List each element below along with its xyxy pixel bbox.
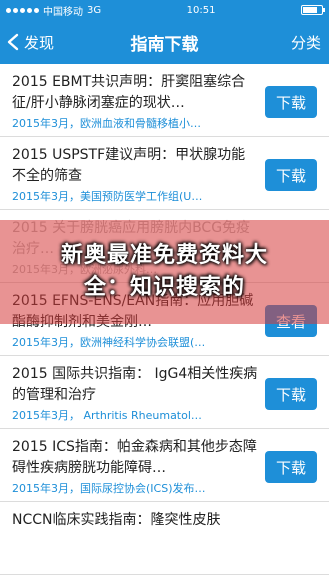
view-button[interactable]: 查看 xyxy=(265,305,317,337)
download-button[interactable]: 下载 xyxy=(265,86,317,118)
item-title: 2015 国际共识指南： IgG4相关性疾病的管理和治疗 xyxy=(12,366,258,403)
item-meta: 2015年3月， Arthritis Rheumatol… xyxy=(12,409,202,422)
network-label: 3G xyxy=(87,4,102,16)
back-button[interactable]: 发现 xyxy=(6,20,54,64)
status-bar: 中国移动 3G 10:51 xyxy=(0,0,329,20)
list-item[interactable]: 2015 ICS指南：帕金森病和其他步态障碍性疾病膀胱功能障碍… 2015年3月… xyxy=(0,429,329,502)
list-item[interactable]: NCCN临床实践指南：隆突性皮肤 xyxy=(0,502,329,575)
item-title: 2015 ICS指南：帕金森病和其他步态障碍性疾病膀胱功能障碍… xyxy=(12,439,257,476)
download-button[interactable]: 下载 xyxy=(265,378,317,410)
battery-icon xyxy=(300,5,325,15)
chevron-left-icon xyxy=(7,33,19,51)
list-item[interactable]: 2015 国际共识指南： IgG4相关性疾病的管理和治疗 2015年3月， Ar… xyxy=(0,356,329,429)
signal-icon xyxy=(6,7,39,13)
page-title: 指南下载 xyxy=(130,34,199,55)
item-meta: 2015年3月，欧洲泌尿外科… xyxy=(12,263,157,276)
back-label: 发现 xyxy=(24,33,55,52)
item-title: 2015 EBMT共识声明：肝窦阻塞综合征/肝小静脉闭塞症的现状… xyxy=(12,74,246,111)
list-item[interactable]: 2015 EBMT共识声明：肝窦阻塞综合征/肝小静脉闭塞症的现状… 2015年3… xyxy=(0,64,329,137)
download-button[interactable]: 下载 xyxy=(265,451,317,483)
list-item[interactable]: 2015 关于膀胱癌应用膀胱内BCG免疫治疗… 2015年3月，欧洲泌尿外科… xyxy=(0,210,329,283)
status-time: 10:51 xyxy=(186,4,216,16)
status-right xyxy=(300,5,325,15)
list-item[interactable]: 2015 EFNS-ENS/EAN指南：应用胆碱酯酶抑制剂和美金刚… 2015年… xyxy=(0,283,329,356)
item-title: 2015 关于膀胱癌应用膀胱内BCG免疫治疗… xyxy=(12,220,251,257)
guideline-list: 2015 EBMT共识声明：肝窦阻塞综合征/肝小静脉闭塞症的现状… 2015年3… xyxy=(0,64,329,575)
list-item[interactable]: 2015 USPSTF建议声明：甲状腺功能不全的筛查 2015年3月，美国预防医… xyxy=(0,137,329,210)
item-meta: 2015年3月，欧洲血液和骨髓移植小… xyxy=(12,117,201,130)
status-left: 中国移动 3G xyxy=(6,3,101,18)
item-title: NCCN临床实践指南：隆突性皮肤 xyxy=(12,512,221,528)
category-button[interactable]: 分类 xyxy=(291,20,321,64)
carrier-label: 中国移动 xyxy=(43,6,83,18)
download-button[interactable]: 下载 xyxy=(265,159,317,191)
item-title: 2015 USPSTF建议声明：甲状腺功能不全的筛查 xyxy=(12,147,246,184)
item-meta: 2015年3月，美国预防医学工作组(U… xyxy=(12,190,203,203)
item-meta: 2015年3月，欧洲神经科学协会联盟(… xyxy=(12,336,206,349)
item-meta: 2015年3月，国际尿控协会(ICS)发布… xyxy=(12,482,206,495)
nav-bar: 发现 指南下载 分类 xyxy=(0,20,329,64)
item-title: 2015 EFNS-ENS/EAN指南：应用胆碱酯酶抑制剂和美金刚… xyxy=(12,293,254,330)
